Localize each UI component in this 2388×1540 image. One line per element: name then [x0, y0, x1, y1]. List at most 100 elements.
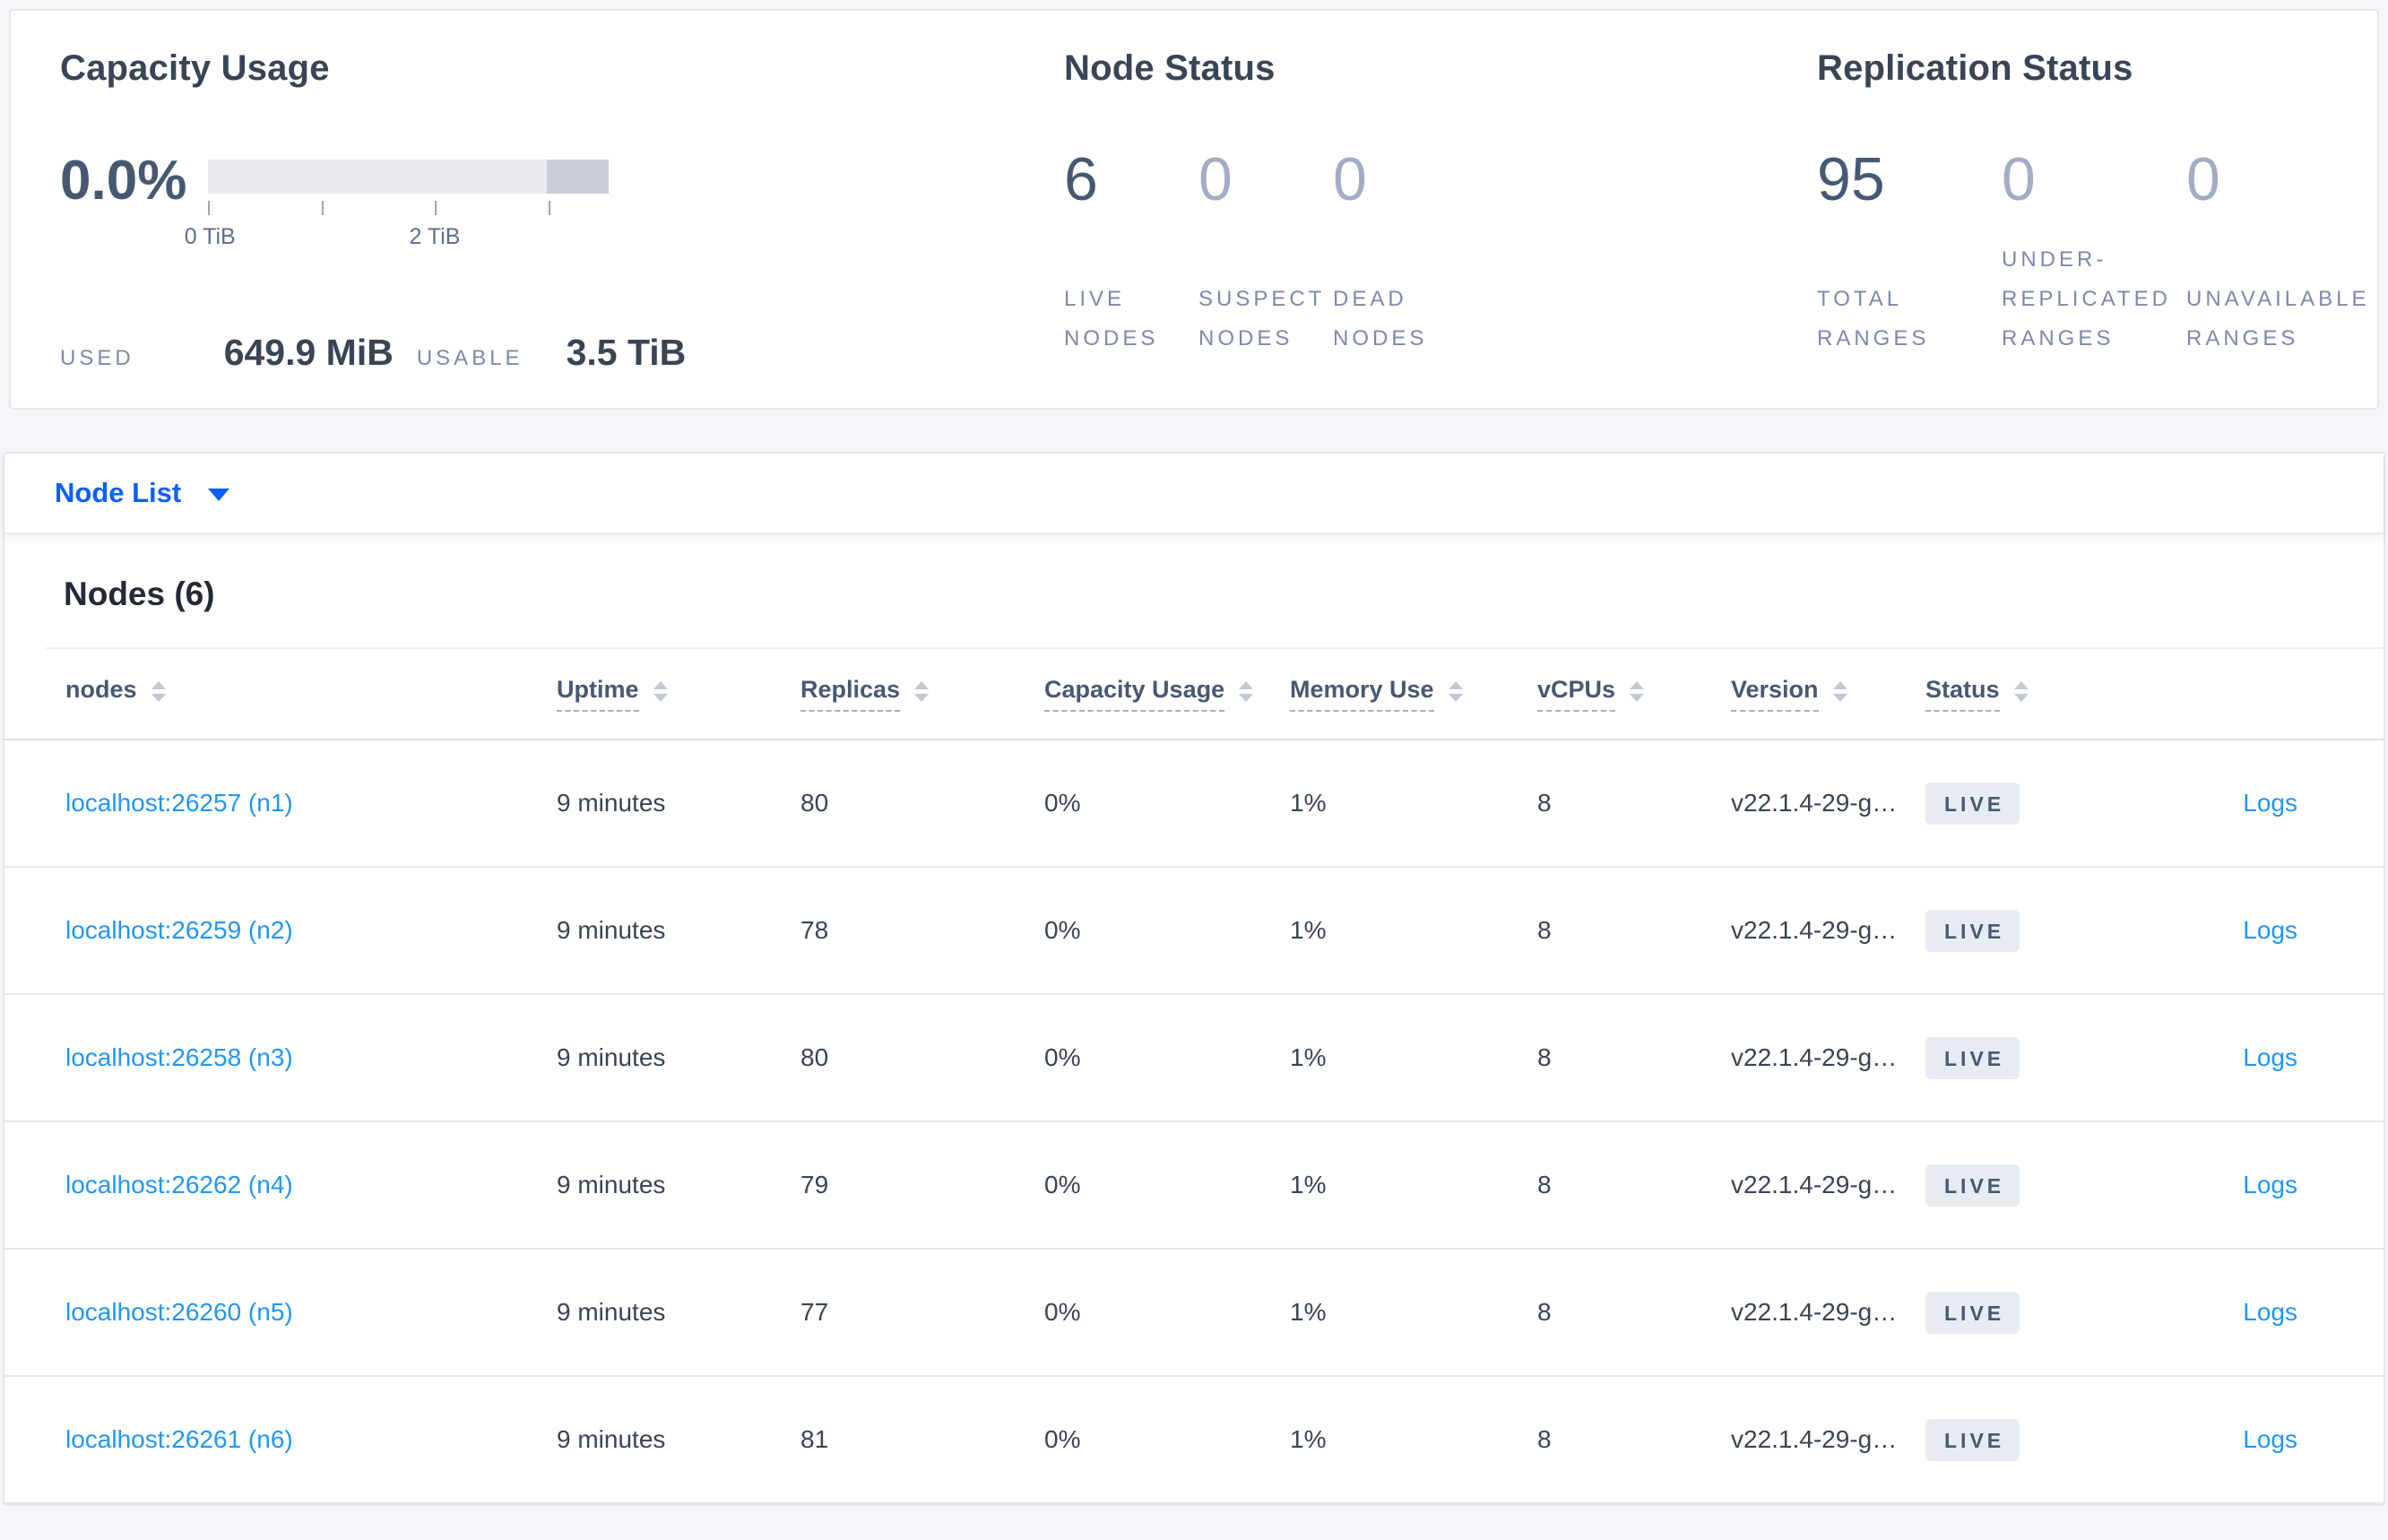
uptime-cell: 9 minutes — [557, 1298, 666, 1326]
sort-icon — [1448, 680, 1463, 702]
column-header-version[interactable]: Version — [1731, 676, 1925, 712]
status-badge: LIVE — [1925, 1164, 2020, 1207]
replicas-cell: 80 — [800, 1043, 829, 1071]
total-ranges-stat: 95 TOTAL RANGES — [1817, 145, 2002, 359]
uptime-cell: 9 minutes — [557, 916, 666, 944]
table-row: localhost:26257 (n1) 9 minutes 80 0% 1% … — [4, 740, 2384, 868]
version-cell: v22.1.4-29-g… — [1731, 1171, 1898, 1198]
uptime-cell: 9 minutes — [557, 1043, 666, 1071]
vcpus-cell: 8 — [1537, 916, 1552, 944]
node-link[interactable]: localhost:26261 (n6) — [65, 1425, 557, 1454]
memory-use-cell: 1% — [1290, 1298, 1327, 1326]
status-cell: LIVE — [1925, 1291, 2141, 1334]
cluster-overview-card: Capacity Usage 0.0% 0 TiB 2 TiB USED 649… — [9, 9, 2379, 410]
suspect-nodes-label: SUSPECT NODES — [1198, 287, 1326, 350]
logs-link[interactable]: Logs — [2243, 1425, 2297, 1454]
replicas-cell: 79 — [800, 1171, 829, 1198]
node-list-panel: Node List Nodes (6) nodes Uptime Replica… — [3, 452, 2385, 1506]
version-cell: v22.1.4-29-g… — [1731, 1043, 1898, 1071]
column-header-nodes[interactable]: nodes — [65, 676, 557, 712]
chevron-down-icon — [208, 489, 230, 501]
replication-status-title: Replication Status — [1817, 48, 2133, 88]
replicas-cell: 81 — [800, 1425, 829, 1453]
status-cell: LIVE — [1925, 909, 2141, 952]
replication-status-section: Replication Status 95 TOTAL RANGES 0 UND… — [1817, 11, 2377, 408]
total-ranges-label: TOTAL RANGES — [1817, 287, 1930, 350]
axis-tick-label: 0 TiB — [184, 224, 236, 249]
dead-nodes-value: 0 — [1333, 145, 1367, 213]
logs-link[interactable]: Logs — [2243, 1171, 2297, 1199]
column-header-replicas[interactable]: Replicas — [800, 676, 1044, 712]
capacity-usage-cell: 0% — [1044, 1298, 1081, 1326]
table-row: localhost:26262 (n4) 9 minutes 79 0% 1% … — [4, 1122, 2384, 1250]
node-link[interactable]: localhost:26258 (n3) — [65, 1043, 557, 1072]
used-label: USED — [60, 346, 134, 370]
unavailable-ranges-label: UNAVAILABLE RANGES — [2186, 287, 2370, 350]
dead-nodes-stat: 0 DEAD NODES — [1333, 145, 1467, 359]
live-nodes-value: 6 — [1064, 145, 1098, 213]
view-selector-bar: Node List — [4, 454, 2384, 534]
version-cell: v22.1.4-29-g… — [1731, 916, 1898, 944]
capacity-usage-cell: 0% — [1044, 1425, 1081, 1453]
live-nodes-stat: 6 LIVE NODES — [1064, 145, 1198, 359]
node-status-section: Node Status 6 LIVE NODES 0 SUSPECT NODES… — [1064, 11, 1817, 408]
capacity-axis — [208, 201, 609, 219]
usable-label: USABLE — [416, 346, 523, 370]
sort-icon — [1832, 680, 1847, 702]
status-badge: LIVE — [1925, 1291, 2020, 1334]
replicas-cell: 77 — [800, 1298, 829, 1326]
under-replicated-ranges-label: UNDER- REPLICATED RANGES — [2002, 247, 2171, 350]
capacity-usage-cell: 0% — [1044, 1171, 1081, 1198]
memory-use-cell: 1% — [1290, 789, 1327, 817]
capacity-usage-cell: 0% — [1044, 789, 1081, 817]
vcpus-cell: 8 — [1537, 1298, 1552, 1326]
axis-tick — [435, 201, 437, 215]
capacity-bar-chart: 0 TiB 2 TiB — [185, 160, 609, 253]
status-cell: LIVE — [1925, 782, 2141, 825]
node-link[interactable]: localhost:26262 (n4) — [65, 1171, 557, 1199]
logs-link[interactable]: Logs — [2243, 1043, 2297, 1072]
view-selector-dropdown[interactable]: Node List — [55, 477, 230, 509]
total-ranges-value: 95 — [1817, 145, 1885, 213]
replicas-cell: 80 — [800, 789, 829, 817]
column-header-memory-use[interactable]: Memory Use — [1290, 676, 1537, 712]
live-nodes-label: LIVE NODES — [1064, 287, 1159, 350]
column-header-vcpus[interactable]: vCPUs — [1537, 676, 1731, 712]
memory-use-cell: 1% — [1290, 916, 1327, 944]
axis-tick — [208, 201, 210, 215]
capacity-usage-cell: 0% — [1044, 1043, 1081, 1071]
node-link[interactable]: localhost:26259 (n2) — [65, 916, 557, 945]
uptime-cell: 9 minutes — [557, 1425, 666, 1453]
logs-link[interactable]: Logs — [2243, 789, 2297, 818]
capacity-percent-value: 0.0% — [60, 150, 187, 212]
capacity-bar-track — [208, 160, 609, 194]
view-selector-label: Node List — [55, 477, 182, 508]
uptime-cell: 9 minutes — [557, 789, 666, 817]
column-header-capacity-usage[interactable]: Capacity Usage — [1044, 676, 1290, 712]
capacity-usage-cell: 0% — [1044, 916, 1081, 944]
node-link[interactable]: localhost:26260 (n5) — [65, 1298, 557, 1327]
uptime-cell: 9 minutes — [557, 1171, 666, 1198]
logs-link[interactable]: Logs — [2243, 916, 2297, 945]
status-badge: LIVE — [1925, 1036, 2020, 1079]
used-value: 649.9 MiB — [223, 332, 394, 373]
vcpus-cell: 8 — [1537, 1425, 1552, 1453]
column-header-uptime[interactable]: Uptime — [557, 676, 800, 712]
axis-tick — [321, 201, 324, 215]
sort-icon — [1239, 680, 1254, 702]
axis-tick-label: 2 TiB — [409, 224, 461, 249]
memory-use-cell: 1% — [1290, 1043, 1327, 1071]
under-replicated-ranges-stat: 0 UNDER- REPLICATED RANGES — [2002, 145, 2186, 359]
under-replicated-ranges-value: 0 — [2002, 145, 2036, 213]
logs-link[interactable]: Logs — [2243, 1298, 2297, 1327]
node-link[interactable]: localhost:26257 (n1) — [65, 789, 557, 818]
memory-use-cell: 1% — [1290, 1171, 1327, 1198]
version-cell: v22.1.4-29-g… — [1731, 1298, 1898, 1326]
suspect-nodes-value: 0 — [1198, 145, 1233, 213]
dead-nodes-label: DEAD NODES — [1333, 287, 1428, 350]
vcpus-cell: 8 — [1537, 789, 1552, 817]
sort-icon — [2013, 680, 2029, 702]
column-header-status[interactable]: Status — [1925, 676, 2141, 712]
sort-icon — [151, 680, 166, 702]
usable-value: 3.5 TiB — [566, 332, 687, 373]
